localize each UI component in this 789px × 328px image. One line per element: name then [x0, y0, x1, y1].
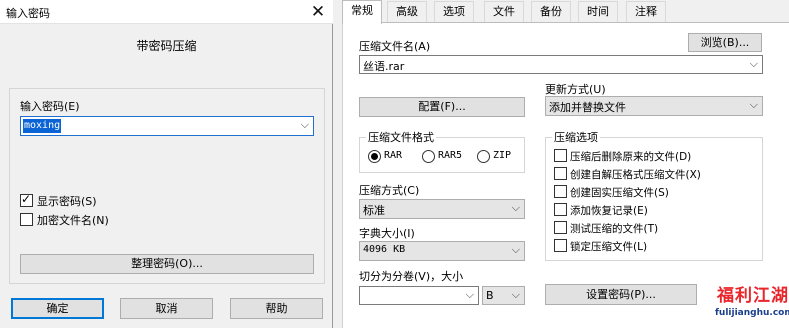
- add-recovery-record-label[interactable]: 添加恢复记录(E): [570, 203, 648, 218]
- archive-name-field[interactable]: 丝语.rar ⌵: [359, 55, 763, 74]
- create-solid-checkbox[interactable]: [554, 185, 567, 198]
- encrypt-file-names-checkbox[interactable]: [20, 213, 33, 226]
- split-unit-select[interactable]: B ⌵: [482, 286, 525, 305]
- password-input[interactable]: moxing ⌵: [20, 116, 314, 136]
- set-password-button[interactable]: 设置密码(P)...: [545, 284, 697, 305]
- password-label: 输入密码(E): [20, 100, 80, 113]
- compression-method-label: 压缩方式(C): [359, 184, 420, 197]
- chevron-down-icon[interactable]: ⌵: [512, 243, 520, 257]
- tab-comment[interactable]: 注释: [626, 1, 666, 22]
- compression-method-select[interactable]: 标准 ⌵: [359, 199, 525, 219]
- test-archived-files-checkbox[interactable]: [554, 221, 567, 234]
- format-rar-radio[interactable]: [368, 150, 381, 163]
- delete-after-archiving-label[interactable]: 压缩后删除原来的文件(D): [570, 149, 691, 164]
- tab-files[interactable]: 文件: [484, 1, 524, 22]
- update-mode-label: 更新方式(U): [545, 83, 606, 96]
- test-archived-files-label[interactable]: 测试压缩的文件(T): [570, 221, 658, 236]
- split-size-field[interactable]: ⌵: [359, 286, 479, 305]
- create-solid-label[interactable]: 创建固实压缩文件(S): [570, 185, 669, 200]
- ok-button[interactable]: 确定: [11, 298, 104, 319]
- archive-name-label: 压缩文件名(A): [359, 40, 431, 53]
- tab-options[interactable]: 选项: [434, 1, 474, 22]
- delete-after-archiving-checkbox[interactable]: [554, 149, 567, 162]
- chevron-down-icon[interactable]: ⌵: [301, 118, 309, 132]
- tab-backup[interactable]: 备份: [531, 1, 571, 22]
- format-rar5-radio[interactable]: [422, 150, 435, 163]
- chevron-down-icon[interactable]: ⌵: [512, 288, 520, 302]
- lock-archive-label[interactable]: 锁定压缩文件(L): [570, 239, 647, 254]
- format-zip-radio[interactable]: [477, 150, 490, 163]
- tab-time[interactable]: 时间: [578, 1, 618, 22]
- format-rar-label[interactable]: RAR: [384, 150, 402, 161]
- lock-archive-checkbox[interactable]: [554, 239, 567, 252]
- split-unit-value: B: [486, 289, 494, 302]
- browse-button[interactable]: 浏览(B)...: [688, 33, 762, 52]
- watermark-url: fulijianghu.com: [715, 308, 789, 318]
- tab-general[interactable]: 常规: [342, 0, 382, 24]
- archive-name-value: 丝语.rar: [363, 60, 405, 73]
- cancel-button[interactable]: 取消: [120, 298, 213, 319]
- chevron-down-icon[interactable]: ⌵: [750, 57, 758, 71]
- format-rar5-label[interactable]: RAR5: [438, 150, 462, 161]
- chevron-down-icon[interactable]: ⌵: [750, 98, 758, 112]
- chevron-down-icon[interactable]: ⌵: [512, 201, 520, 215]
- password-input-value: moxing: [23, 119, 62, 133]
- help-button[interactable]: 帮助: [230, 298, 323, 319]
- close-icon[interactable]: ✕: [305, 1, 331, 23]
- update-mode-select[interactable]: 添加并替换文件 ⌵: [545, 96, 763, 116]
- tab-advanced[interactable]: 高级: [387, 1, 427, 22]
- password-dialog-title: 输入密码: [6, 7, 50, 20]
- watermark-text: 福利江湖: [717, 286, 789, 306]
- encrypt-file-names-label[interactable]: 加密文件名(N): [37, 212, 109, 228]
- add-recovery-record-checkbox[interactable]: [554, 203, 567, 216]
- password-dialog-heading: 带密码压缩: [136, 39, 197, 53]
- chevron-down-icon[interactable]: ⌵: [466, 288, 474, 302]
- dictionary-size-value: 4096 KB: [363, 244, 406, 255]
- dictionary-size-select[interactable]: 4096 KB ⌵: [359, 241, 525, 261]
- compression-method-value: 标准: [363, 204, 385, 217]
- organize-passwords-button[interactable]: 整理密码(O)...: [20, 254, 314, 274]
- update-mode-value: 添加并替换文件: [549, 101, 626, 114]
- create-sfx-checkbox[interactable]: [554, 167, 567, 180]
- show-password-checkbox[interactable]: [20, 192, 33, 207]
- watermark-logo: 福利江湖 fulijianghu.com: [703, 280, 789, 328]
- show-password-label[interactable]: 显示密码(S): [37, 193, 97, 209]
- profiles-button[interactable]: 配置(F)...: [359, 97, 525, 117]
- create-sfx-label[interactable]: 创建自解压格式压缩文件(X): [570, 167, 701, 182]
- archiving-options-label: 压缩选项: [552, 129, 600, 145]
- dictionary-size-label: 字典大小(I): [359, 227, 415, 240]
- format-zip-label[interactable]: ZIP: [493, 150, 511, 161]
- archive-format-label: 压缩文件格式: [366, 129, 436, 145]
- split-volumes-label: 切分为分卷(V)，大小: [359, 270, 464, 283]
